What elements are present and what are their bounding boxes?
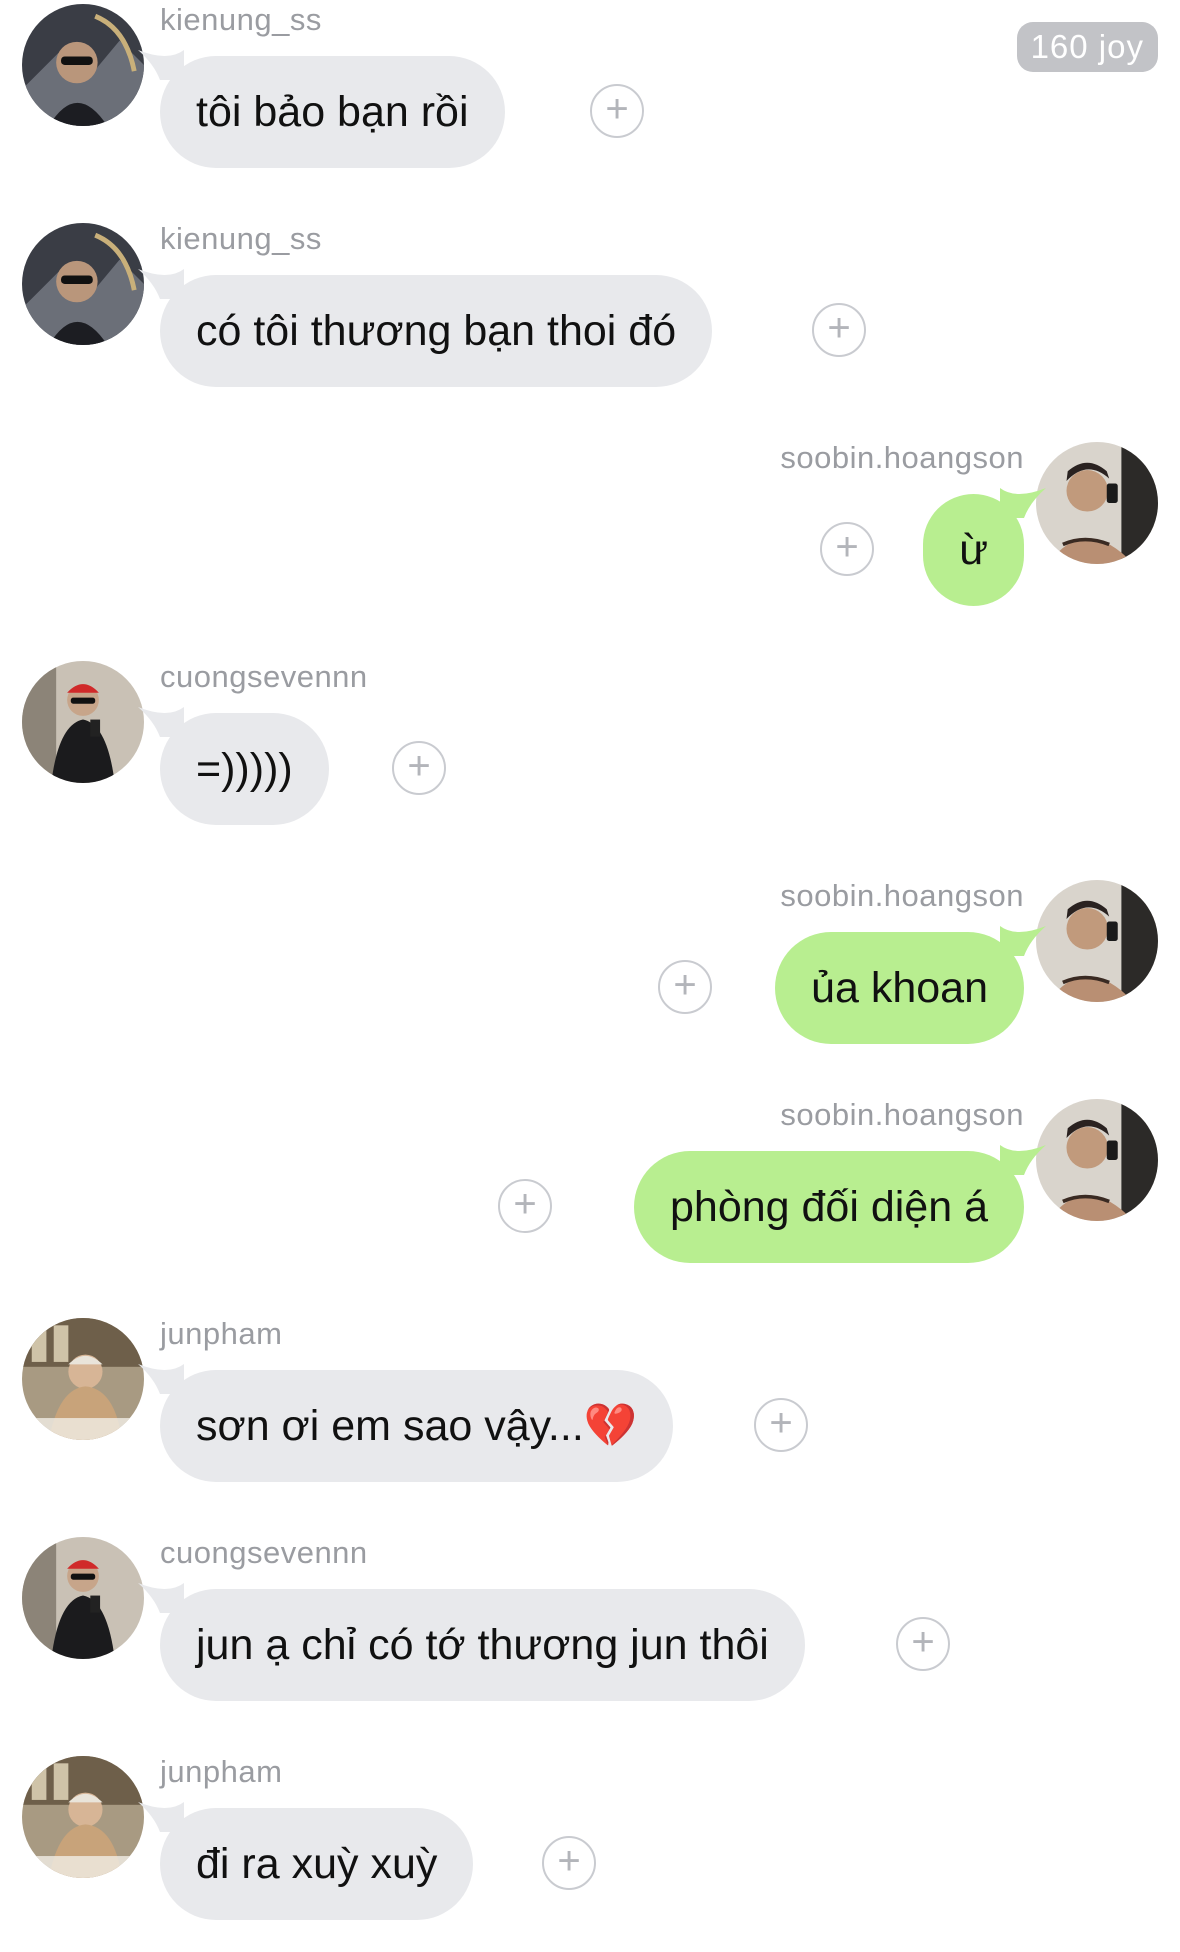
message-bubble-container: ừ [923, 488, 1046, 606]
avatar-soobin-icon[interactable] [1036, 1099, 1158, 1221]
message-bubble[interactable]: ủa khoan [775, 926, 1046, 1044]
message-text: jun ạ chỉ có tớ thương jun thôi [196, 1620, 769, 1669]
plus-icon: + [769, 1401, 793, 1445]
add-reaction-button[interactable]: + [820, 522, 874, 576]
message-bubble[interactable]: sơn ơi em sao vậy...💔 [138, 1364, 674, 1482]
add-reaction-button[interactable]: + [658, 960, 712, 1014]
add-reaction-button[interactable]: + [590, 84, 644, 138]
username[interactable]: junpham [160, 1314, 282, 1354]
message-bubble-container: =))))) [138, 707, 329, 825]
message-text: có tôi thương bạn thoi đó [196, 306, 677, 355]
plus-icon: + [605, 87, 629, 131]
username[interactable]: cuongsevennn [160, 1533, 368, 1573]
add-reaction-button[interactable]: + [498, 1179, 552, 1233]
avatar-jun-icon[interactable] [22, 1756, 144, 1878]
message-row: soobin.hoangson phòng đối diện á + [0, 1095, 1180, 1295]
username[interactable]: soobin.hoangson [780, 876, 1024, 916]
message-row: cuongsevennn jun ạ chỉ có tớ thương jun … [0, 1533, 1180, 1733]
avatar-soobin-icon[interactable] [1036, 442, 1158, 564]
plus-icon: + [513, 1182, 537, 1226]
username[interactable]: cuongsevennn [160, 657, 368, 697]
message-text: =))))) [196, 744, 293, 793]
message-bubble-container: phòng đối diện á [633, 1145, 1046, 1263]
message-bubble-container: ủa khoan [775, 926, 1046, 1044]
username[interactable]: soobin.hoangson [780, 438, 1024, 478]
message-text: tôi bảo bạn rồi [196, 87, 469, 136]
message-bubble-container: sơn ơi em sao vậy...💔 [138, 1364, 674, 1482]
add-reaction-button[interactable]: + [392, 741, 446, 795]
message-text: sơn ơi em sao vậy...💔 [196, 1402, 638, 1450]
plus-icon: + [827, 306, 851, 350]
message-bubble-container: jun ạ chỉ có tớ thương jun thôi [138, 1583, 805, 1701]
plus-icon: + [557, 1839, 581, 1883]
message-text: phòng đối diện á [669, 1182, 988, 1231]
message-row: soobin.hoangson ủa khoan + [0, 876, 1180, 1076]
plus-icon: + [911, 1620, 935, 1664]
message-row: cuongsevennn =))))) + [0, 657, 1180, 857]
message-row: junpham sơn ơi em sao vậy...💔 + [0, 1314, 1180, 1514]
message-text: ừ [959, 525, 988, 574]
message-bubble[interactable]: phòng đối diện á [633, 1145, 1046, 1263]
username[interactable]: soobin.hoangson [780, 1095, 1024, 1135]
avatar-kienung-icon[interactable] [22, 4, 144, 126]
add-reaction-button[interactable]: + [542, 1836, 596, 1890]
message-bubble-container: đi ra xuỳ xuỳ [138, 1802, 474, 1920]
message-bubble[interactable]: đi ra xuỳ xuỳ [138, 1802, 474, 1920]
message-bubble[interactable]: jun ạ chỉ có tớ thương jun thôi [138, 1583, 805, 1701]
message-row: kienung_ss tôi bảo bạn rồi + [0, 0, 1180, 200]
avatar-kienung-icon[interactable] [22, 223, 144, 345]
avatar-cuong-icon[interactable] [22, 1537, 144, 1659]
message-bubble-container: có tôi thương bạn thoi đó [138, 269, 713, 387]
avatar-cuong-icon[interactable] [22, 661, 144, 783]
add-reaction-button[interactable]: + [812, 303, 866, 357]
message-text: đi ra xuỳ xuỳ [196, 1839, 438, 1888]
message-text: ủa khoan [811, 963, 988, 1012]
plus-icon: + [673, 963, 697, 1007]
message-row: soobin.hoangson ừ + [0, 438, 1180, 638]
avatar-jun-icon[interactable] [22, 1318, 144, 1440]
add-reaction-button[interactable]: + [896, 1617, 950, 1671]
plus-icon: + [407, 744, 431, 788]
message-bubble-container: tôi bảo bạn rồi [138, 50, 505, 168]
message-bubble[interactable]: có tôi thương bạn thoi đó [138, 269, 713, 387]
username[interactable]: kienung_ss [160, 0, 322, 40]
username[interactable]: kienung_ss [160, 219, 322, 259]
message-row: junpham đi ra xuỳ xuỳ + [0, 1752, 1180, 1952]
message-row: kienung_ss có tôi thương bạn thoi đó + [0, 219, 1180, 419]
add-reaction-button[interactable]: + [754, 1398, 808, 1452]
avatar-soobin-icon[interactable] [1036, 880, 1158, 1002]
username[interactable]: junpham [160, 1752, 282, 1792]
message-bubble[interactable]: tôi bảo bạn rồi [138, 50, 505, 168]
message-bubble[interactable]: ừ [923, 488, 1046, 606]
message-bubble[interactable]: =))))) [138, 707, 329, 825]
plus-icon: + [835, 525, 859, 569]
